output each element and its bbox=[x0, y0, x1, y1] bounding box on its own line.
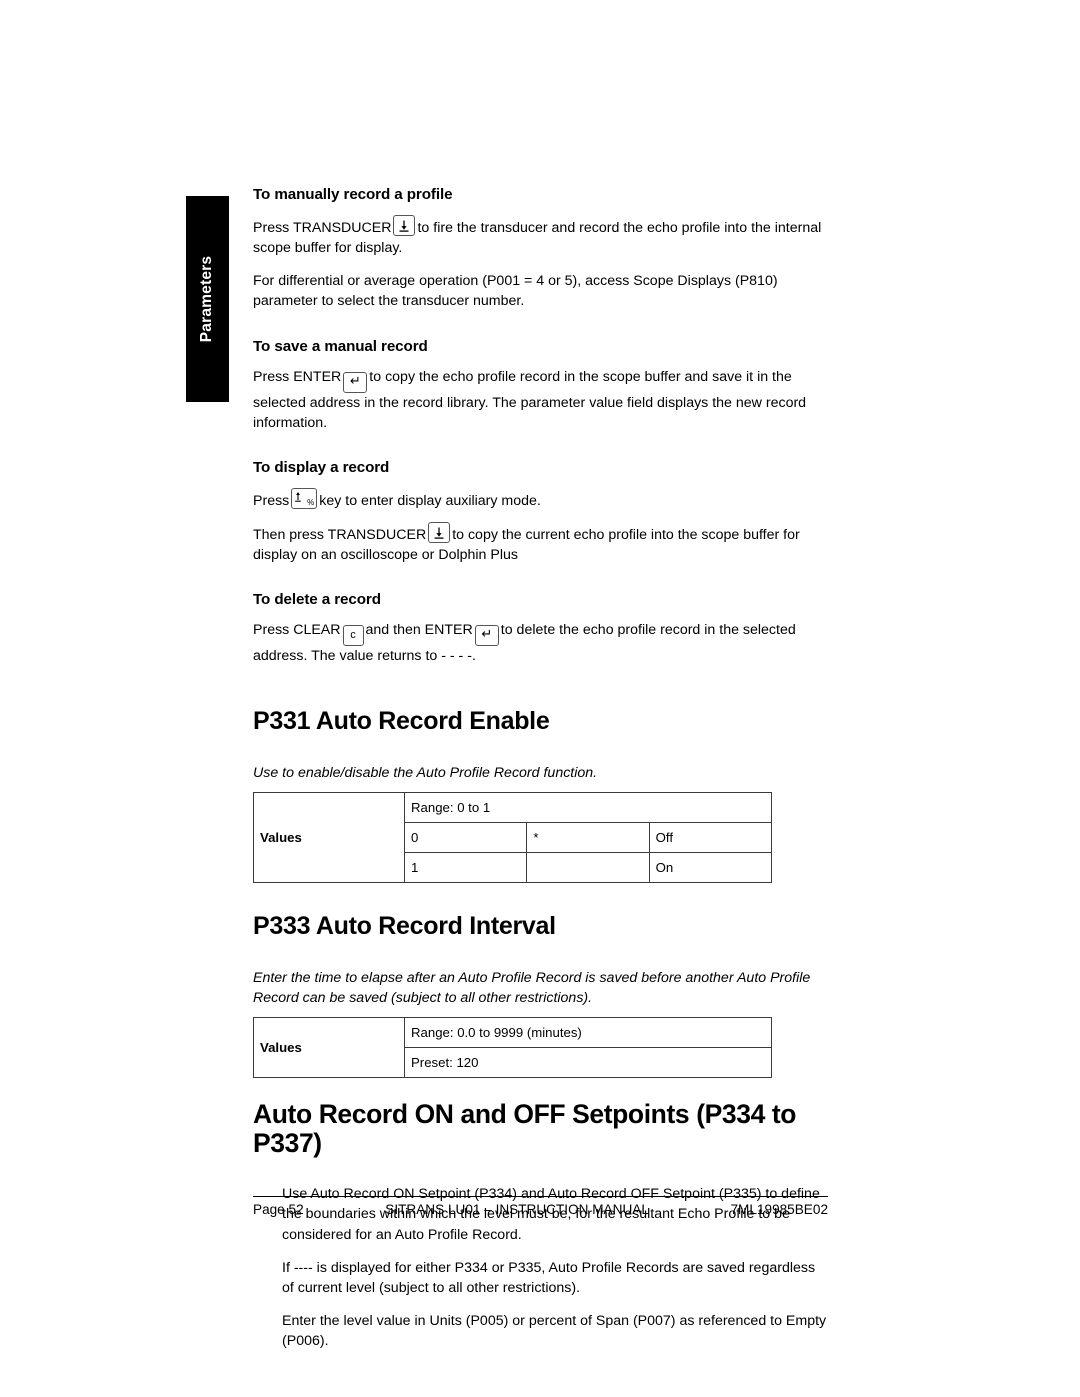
description-p333: Enter the time to elapse after an Auto P… bbox=[253, 969, 811, 1006]
transducer-glyph bbox=[434, 527, 444, 539]
display-record-text-after: key to enter display auxiliary mode. bbox=[319, 492, 541, 509]
manual-record-text-before: Press TRANSDUCER bbox=[253, 220, 392, 236]
table-row: Values Range: 0.0 to 9999 (minutes) bbox=[253, 1017, 772, 1079]
footer-page-number: Page 52 bbox=[253, 1202, 304, 1217]
heading-auto-record-setpoints: Auto Record ON and OFF Setpoints (P334 t… bbox=[253, 1099, 797, 1159]
heading-p333: P333 Auto Record Interval bbox=[253, 912, 556, 941]
footer-row: Page 52 SITRANS LU01 – INSTRUCTION MANUA… bbox=[253, 1197, 828, 1217]
delete-record-text-before: Press CLEAR bbox=[253, 622, 341, 639]
transducer-glyph bbox=[399, 220, 409, 232]
clear-key-icon: c bbox=[342, 625, 364, 647]
values-label-cell: Values bbox=[253, 792, 405, 884]
paragraph-setpoints-level-value: Enter the level value in Units (P005) or… bbox=[282, 1313, 827, 1350]
values-label-cell: Values bbox=[253, 1017, 405, 1079]
transducer-key-icon bbox=[428, 522, 451, 544]
paragraph-display-aux-mode: Press% key to enter display auxiliary mod… bbox=[253, 487, 828, 511]
display-key-icon: % bbox=[291, 487, 318, 509]
display-transducer-glyph bbox=[295, 491, 302, 502]
percent-glyph: % bbox=[307, 497, 315, 507]
footer-document-number: 7ML19985BE02 bbox=[730, 1202, 829, 1217]
enter-key-icon: ↵ bbox=[343, 371, 368, 393]
page-footer: Page 52 SITRANS LU01 – INSTRUCTION MANUA… bbox=[253, 1196, 828, 1217]
transducer-key-icon bbox=[393, 215, 416, 236]
range-cell: Range: 0.0 to 9999 (minutes) bbox=[404, 1017, 772, 1049]
values-table-p333: Values Range: 0.0 to 9999 (minutes) Pres… bbox=[253, 1017, 772, 1079]
paragraph-save-manual-record: Press ENTER ↵ to copy the echo profile rec… bbox=[253, 367, 828, 433]
delete-record-text-mid: and then ENTER bbox=[365, 622, 473, 639]
save-record-text-before: Press ENTER bbox=[253, 368, 342, 385]
page-content: To manually record a profile Press TRANS… bbox=[253, 186, 828, 1364]
clear-glyph: c bbox=[350, 629, 356, 642]
table-row: Values Range: 0 to 1 bbox=[253, 792, 772, 884]
footer-manual-title: SITRANS LU01 – INSTRUCTION MANUAL bbox=[385, 1202, 649, 1217]
paragraph-delete-record: Press CLEAR c and then ENTER ↵ to delete the… bbox=[253, 620, 828, 666]
section-tab-parameters: Parameters bbox=[186, 196, 229, 402]
heading-manually-record-profile: To manually record a profile bbox=[253, 186, 453, 203]
manual-page: Parameters To manually record a profile … bbox=[0, 0, 1080, 1397]
value-description-cell: Off bbox=[648, 822, 773, 854]
values-table-p331: Values Range: 0 to 1 0 * Off 1 On bbox=[253, 792, 773, 884]
paragraph-differential-average: For differential or average operation (P… bbox=[253, 273, 778, 310]
value-number-cell: 0 bbox=[403, 822, 528, 854]
section-tab-label: Parameters bbox=[198, 255, 216, 343]
preset-cell: Preset: 120 bbox=[404, 1047, 772, 1079]
display-record-text2-before: Then press TRANSDUCER bbox=[253, 527, 427, 544]
value-number-cell: 1 bbox=[403, 852, 528, 884]
value-description-cell: On bbox=[648, 852, 773, 884]
display-record-text-before: Press bbox=[253, 492, 290, 509]
paragraph-manual-record-press: Press TRANSDUCER to fire the transducer a… bbox=[253, 215, 828, 258]
heading-save-manual-record: To save a manual record bbox=[253, 337, 428, 355]
heading-display-record: To display a record bbox=[253, 458, 390, 476]
description-p331: Use to enable/disable the Auto Profile R… bbox=[253, 765, 598, 782]
enter-key-icon: ↵ bbox=[474, 625, 499, 647]
paragraph-display-oscilloscope: Then press TRANSDUCER to copy the current… bbox=[253, 522, 828, 565]
heading-p331: P331 Auto Record Enable bbox=[253, 706, 550, 735]
enter-glyph: ↵ bbox=[349, 373, 361, 389]
enter-glyph: ↵ bbox=[481, 627, 493, 643]
paragraph-setpoints-dashes: If ---- is displayed for either P334 or … bbox=[282, 1259, 816, 1296]
range-cell: Range: 0 to 1 bbox=[404, 792, 772, 824]
value-default-marker-cell: * bbox=[526, 822, 650, 854]
heading-delete-record: To delete a record bbox=[253, 591, 381, 609]
value-default-marker-cell bbox=[526, 852, 650, 884]
